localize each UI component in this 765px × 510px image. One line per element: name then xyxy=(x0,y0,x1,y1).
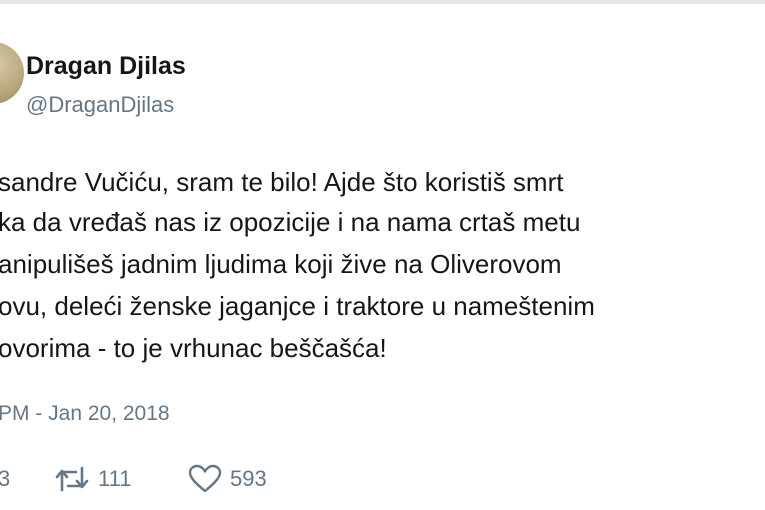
tweet-text-line: ovu, deleći ženske jaganjce i traktore u… xyxy=(0,291,595,321)
retweet-count: 111 xyxy=(98,466,132,491)
tweet-text-line: sandre Vučiću, sram te bilo! Ajde što ko… xyxy=(0,167,564,197)
avatar[interactable] xyxy=(0,42,24,104)
like-button[interactable]: 593 xyxy=(188,462,267,496)
author-display-name[interactable]: Dragan Djilas xyxy=(26,52,186,81)
top-divider xyxy=(0,0,765,4)
tweet-card: Dragan Djilas @DraganDjilas sandre Vučić… xyxy=(0,0,765,510)
tweet-timestamp[interactable]: PM - Jan 20, 2018 xyxy=(0,402,170,426)
tweet-text-line: anipulišeš jadnim ljudima koji žive na O… xyxy=(0,249,562,279)
tweet-text-line: ka da vređaš nas iz opozicije i na nama … xyxy=(0,207,581,237)
reply-count: 3 xyxy=(0,466,11,491)
retweet-icon xyxy=(54,464,90,494)
retweet-button[interactable]: 111 xyxy=(54,462,131,496)
like-count: 593 xyxy=(230,466,267,491)
heart-icon xyxy=(188,464,222,494)
author-handle[interactable]: @DraganDjilas xyxy=(26,92,174,118)
reply-button[interactable]: 3 xyxy=(0,462,10,496)
tweet-text-line: ovorima - to je vrhunac beščašća! xyxy=(0,333,387,363)
